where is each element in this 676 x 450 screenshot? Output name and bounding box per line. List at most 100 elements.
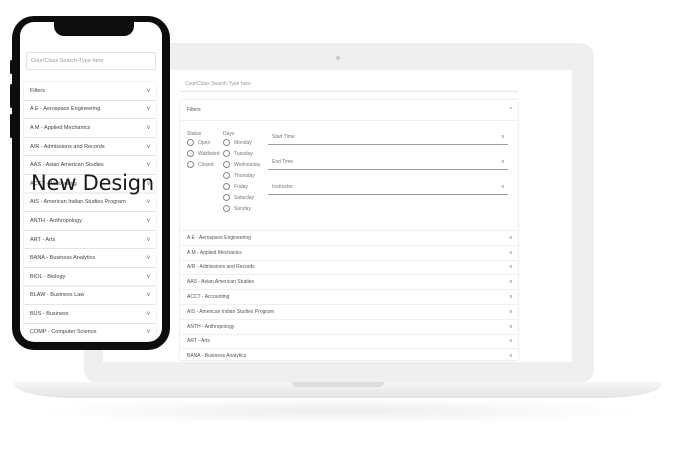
mobile-list-item[interactable]: BUS - Business v [24, 305, 156, 323]
chevron-down-icon: v [147, 162, 150, 169]
radio-circle-icon [223, 139, 230, 146]
phone-side-button [10, 60, 13, 74]
chevron-down-icon: v [509, 249, 513, 256]
chevron-down-icon: v [147, 87, 150, 94]
desktop-course-row[interactable]: A M - Applied Mechanics v [180, 244, 518, 260]
filters-label: Filters [187, 107, 201, 113]
filter-select[interactable]: End Time v [268, 154, 508, 170]
chevron-down-icon: v [509, 308, 513, 315]
course-label: BANA - Business Analytics [187, 353, 247, 360]
laptop-notch [292, 382, 384, 387]
filter-select-label: Instructor [272, 183, 293, 190]
day-radio[interactable]: Sunday [223, 205, 251, 212]
day-radio[interactable]: Tuesday [223, 150, 253, 157]
chevron-down-icon: v [501, 183, 505, 190]
chevron-down-icon: v [147, 106, 150, 113]
mobile-list-item[interactable]: A/R - Admissions and Records v [24, 137, 156, 156]
desktop-search-input[interactable]: Cour/Class Search-Type here [180, 76, 518, 92]
status-option-label: Waitlisted [198, 150, 220, 157]
mobile-search-placeholder: Cour/Class Search-Type here [31, 58, 104, 64]
course-label: ANTH - Anthropology [187, 323, 235, 330]
phone-volume-button [10, 84, 13, 108]
mobile-list-item[interactable]: Filters v [24, 82, 156, 100]
day-option-label: Friday [234, 183, 248, 190]
chevron-down-icon: v [509, 338, 513, 345]
status-radio[interactable]: Waitlisted [187, 150, 220, 157]
desktop-search-placeholder: Cour/Class Search-Type here [185, 80, 251, 87]
desktop-course-row[interactable]: ANTH - Anthropology v [180, 318, 518, 334]
mobile-list-item[interactable]: AIS - American Indian Studies Program v [24, 193, 156, 212]
chevron-down-icon: v [147, 199, 150, 206]
filter-select-label: End Time [272, 158, 294, 165]
day-option-label: Saturday [234, 194, 255, 201]
phone-notch [54, 22, 134, 36]
day-radio[interactable]: Monday [223, 139, 252, 146]
desktop-filters-header[interactable]: Filters ^ [180, 100, 518, 120]
mobile-list-item[interactable]: A M - Applied Mechanics v [24, 119, 156, 137]
mobile-list-item[interactable]: BANA - Business Analytics v [24, 249, 156, 267]
day-option-label: Monday [234, 139, 252, 146]
desktop-course-row[interactable]: ACCT - Accounting v [180, 289, 518, 304]
mobile-list-item[interactable]: COMP - Computer Science v [24, 323, 156, 342]
desktop-course-row[interactable]: AIS - American Indian Studies Program v [180, 303, 518, 319]
desktop-course-row[interactable]: A E - Aerospace Engineering v [180, 230, 518, 245]
status-label: Status [187, 131, 202, 137]
radio-circle-icon [223, 150, 230, 157]
chevron-down-icon: v [509, 264, 513, 271]
chevron-down-icon: v [147, 124, 150, 131]
chevron-down-icon: v [147, 273, 150, 280]
mobile-item-label: BUS - Business [30, 310, 69, 317]
laptop-shadow [30, 398, 646, 424]
mobile-search-input[interactable]: Cour/Class Search-Type here [26, 52, 156, 70]
mobile-list-item[interactable]: ANTH - Anthropology v [24, 212, 156, 230]
day-radio[interactable]: Thursday [223, 172, 255, 179]
radio-circle-icon [187, 150, 194, 157]
mobile-item-label: A M - Applied Mechanics [30, 124, 91, 131]
desktop-course-list: A E - Aerospace Engineering v A M - Applie… [180, 230, 518, 363]
chevron-down-icon: v [147, 217, 150, 224]
mobile-item-label: BIOL - Biology [30, 273, 66, 280]
day-radio[interactable]: Friday [223, 183, 248, 190]
desktop-course-row[interactable]: ART - Arts v [180, 333, 518, 349]
mobile-item-label: COMP - Computer Science [30, 329, 97, 336]
chevron-down-icon: v [509, 234, 513, 241]
desktop-course-row[interactable]: BANA - Business Analytics v [180, 348, 518, 363]
mobile-item-label: ART - Arts [30, 236, 56, 243]
day-option-label: Tuesday [234, 150, 253, 157]
mobile-item-label: ANTH - Anthropology [30, 217, 82, 224]
desktop-filters-body: Status Days Open Waitlisted Closed Monday T… [180, 120, 518, 231]
course-label: A M - Applied Mechanics [187, 249, 242, 256]
mobile-course-list: Filters v A E - Aerospace Engineering v A M … [24, 82, 156, 342]
filter-select[interactable]: Start Time v [268, 129, 508, 145]
camera-icon [336, 56, 340, 60]
chevron-down-icon: v [509, 294, 513, 301]
status-radio[interactable]: Open [187, 139, 210, 146]
mobile-item-label: BANA - Business Analytics [30, 255, 96, 262]
mobile-item-label: BLAW - Business Law [30, 292, 85, 299]
mobile-item-label: A/R - Admissions and Records [30, 143, 105, 150]
desktop-course-row[interactable]: A/R - Admissions and Records v [180, 259, 518, 275]
day-radio[interactable]: Saturday [223, 194, 254, 201]
mobile-list-item[interactable]: BLAW - Business Law v [24, 286, 156, 305]
status-radio[interactable]: Closed [187, 161, 214, 168]
course-label: A E - Aerospace Engineering [187, 234, 251, 241]
day-option-label: Thursday [234, 172, 255, 179]
day-option-label: Sunday [234, 205, 251, 212]
desktop-course-row[interactable]: AAS - Asian American Studies v [180, 274, 518, 289]
course-label: AAS - Asian American Studies [187, 279, 254, 286]
radio-circle-icon [223, 161, 230, 168]
chevron-down-icon: v [147, 329, 150, 336]
course-label: AIS - American Indian Studies Program [187, 308, 274, 315]
mobile-item-label: AAS - Asian American Studies [30, 162, 104, 169]
desktop-course-panel: Filters ^ Status Days Open Waitlisted Clos… [180, 100, 518, 360]
filter-select-label: Start Time [272, 133, 295, 140]
mobile-list-item[interactable]: A E - Aerospace Engineering v [24, 100, 156, 119]
chevron-down-icon: v [501, 158, 505, 165]
chevron-down-icon: v [147, 255, 150, 262]
mobile-item-label: AIS - American Indian Studies Program [30, 199, 126, 206]
mobile-list-item[interactable]: BIOL - Biology v [24, 267, 156, 286]
filter-select[interactable]: Instructor v [268, 179, 508, 195]
mobile-item-label: Filters [30, 87, 45, 94]
mobile-list-item[interactable]: ART - Arts v [24, 230, 156, 249]
day-radio[interactable]: Wednesday [223, 161, 260, 168]
